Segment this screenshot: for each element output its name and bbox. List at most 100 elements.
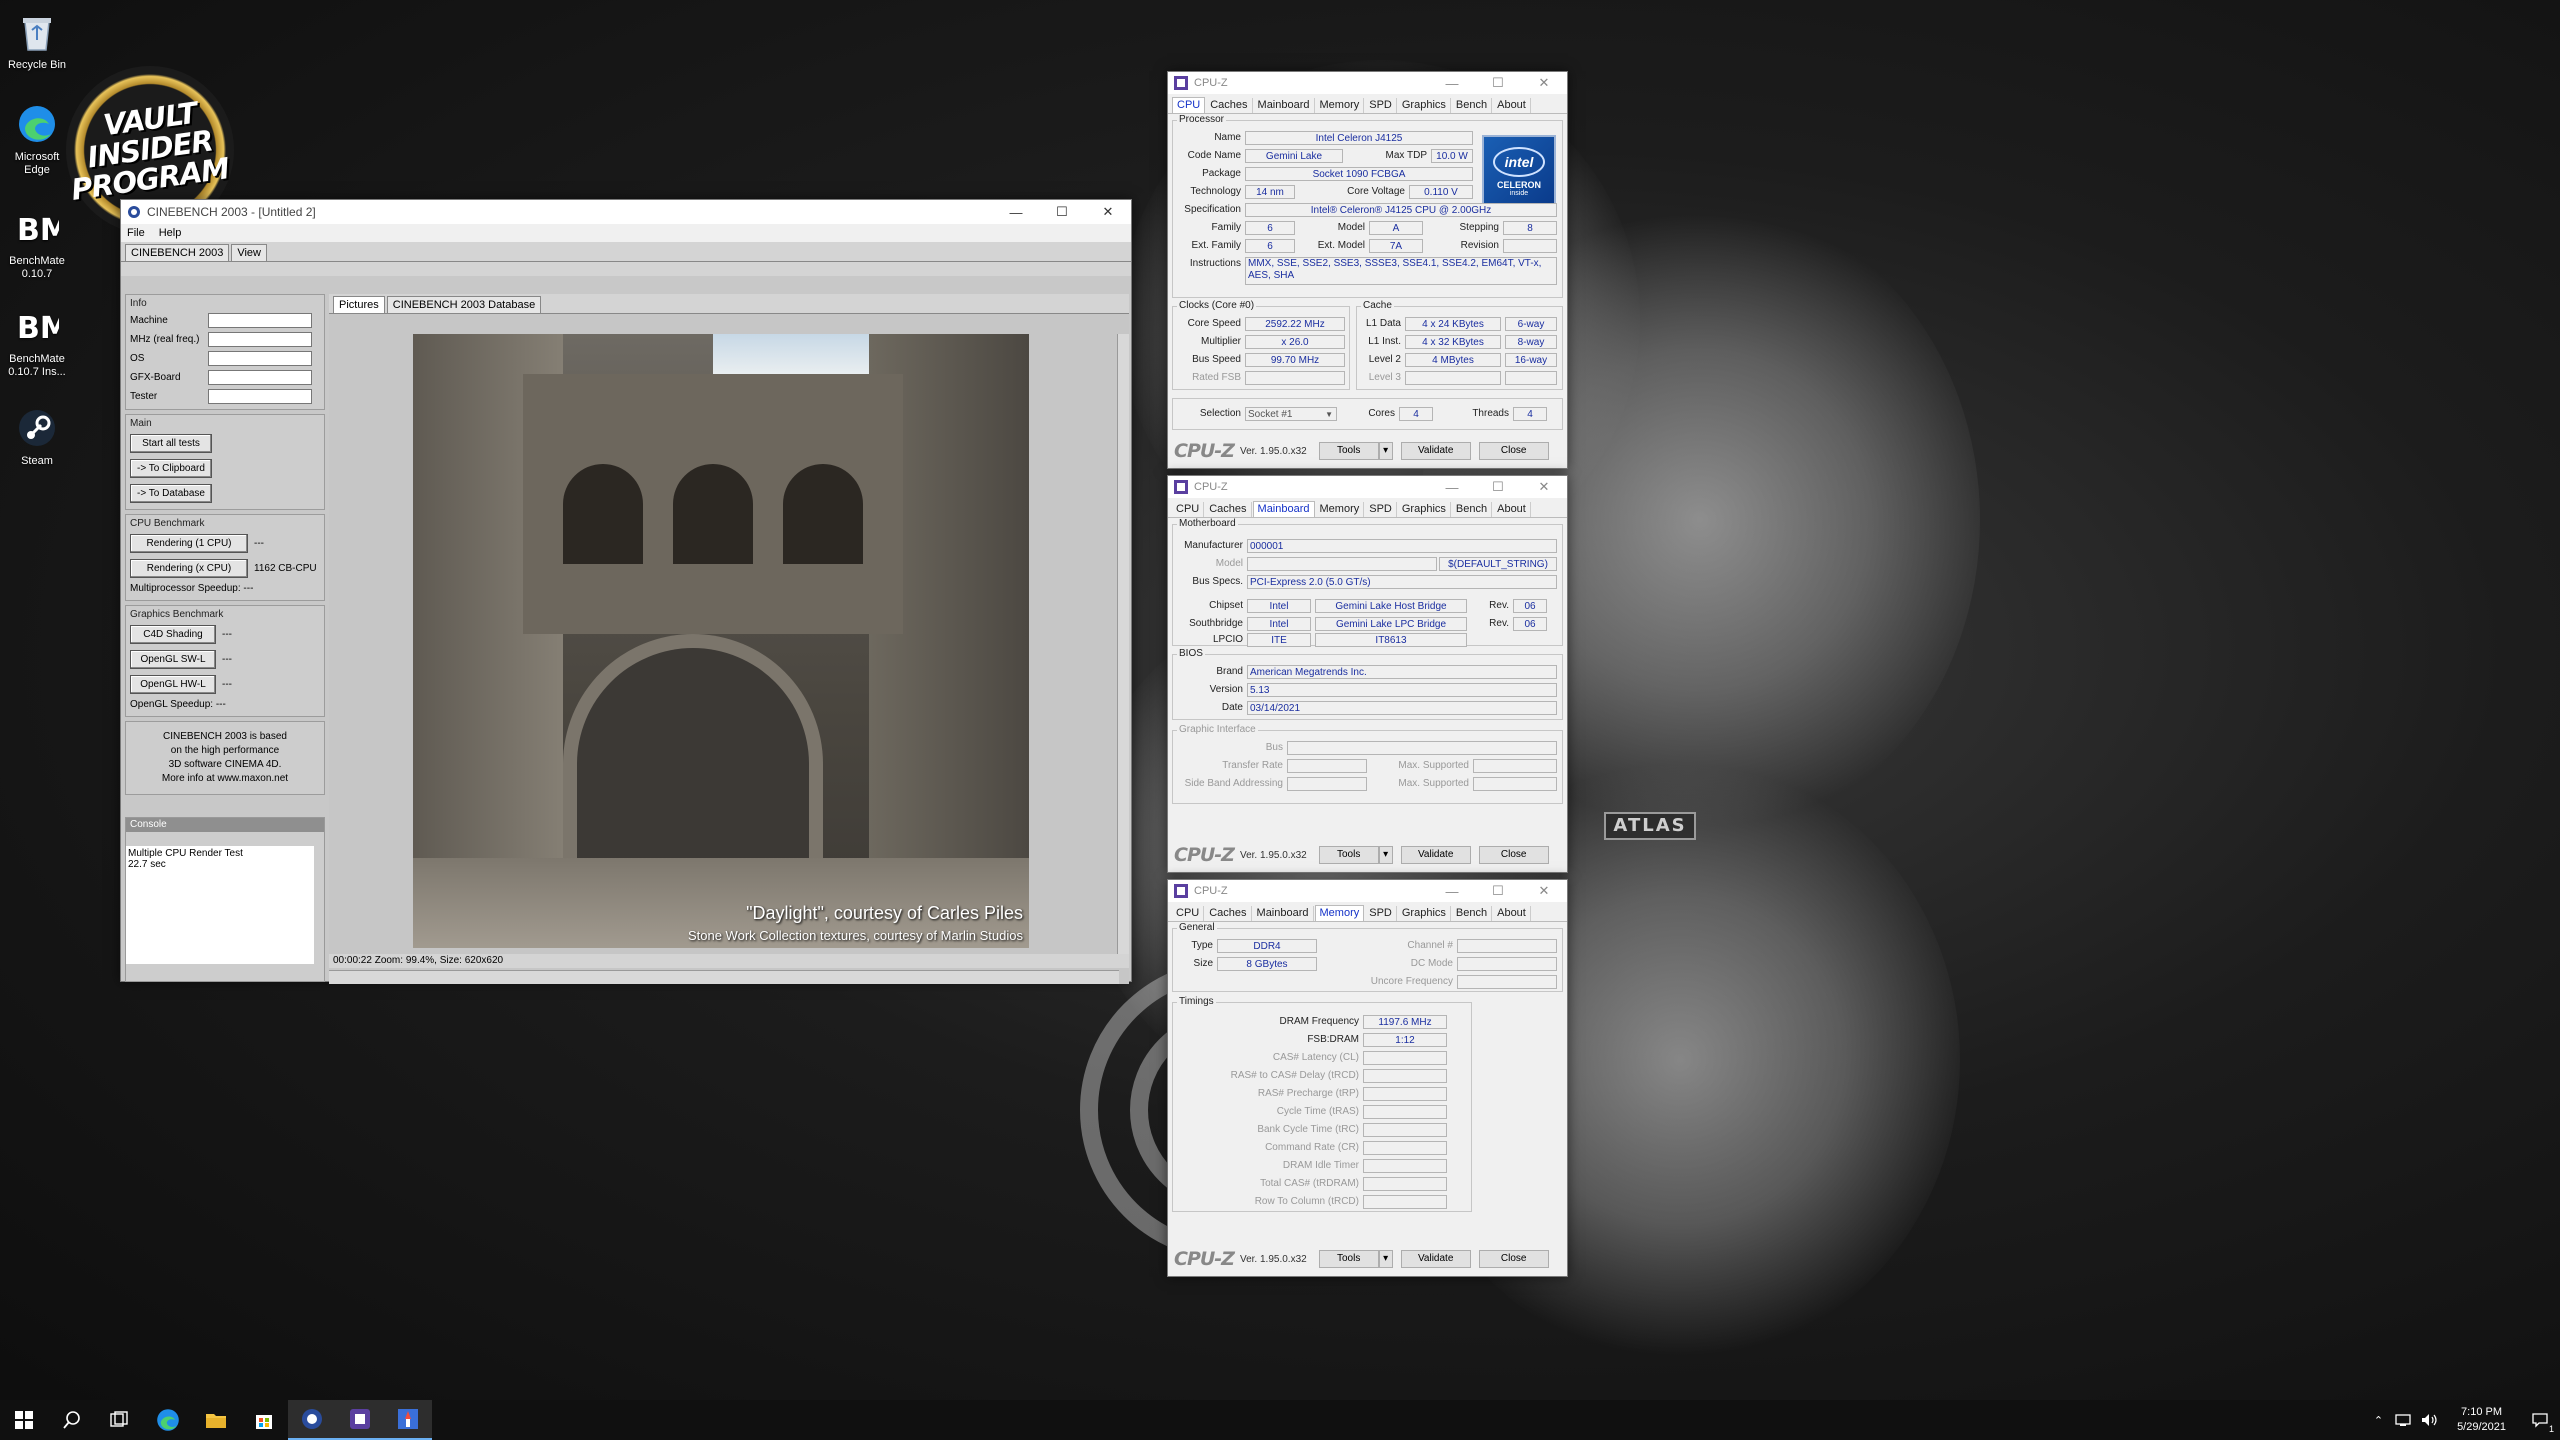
- validate-button[interactable]: Validate: [1400, 442, 1471, 460]
- tab-graphics[interactable]: Graphics: [1398, 906, 1451, 921]
- ratedfsb-value: [1245, 371, 1345, 385]
- tab-mainboard[interactable]: Mainboard: [1253, 906, 1314, 921]
- tab-spd[interactable]: SPD: [1365, 906, 1397, 921]
- tab-graphics[interactable]: Graphics: [1398, 502, 1451, 517]
- vertical-scrollbar[interactable]: [1117, 334, 1129, 960]
- tools-button[interactable]: Tools: [1318, 846, 1379, 864]
- horizontal-scrollbar[interactable]: [329, 970, 1119, 984]
- rendering-xcpu-button[interactable]: Rendering (x CPU): [130, 559, 248, 578]
- maximize-button[interactable]: ☐: [1475, 72, 1521, 94]
- validate-button[interactable]: Validate: [1400, 846, 1471, 864]
- tab-cpu[interactable]: CPU: [1172, 502, 1205, 517]
- maximize-button[interactable]: ☐: [1475, 476, 1521, 498]
- task-view-button[interactable]: [96, 1400, 144, 1440]
- opengl-hw-value: ---: [222, 679, 232, 690]
- tab-cinebench[interactable]: CINEBENCH 2003: [125, 244, 230, 261]
- minimize-button[interactable]: —: [993, 200, 1039, 224]
- desktop-icon-benchmate-installer[interactable]: BM BenchMate 0.10.7 Ins...: [4, 302, 70, 379]
- cpuz-titlebar[interactable]: CPU-Z — ☐ ✕: [1168, 880, 1567, 902]
- mhz-field[interactable]: [208, 332, 312, 347]
- close-button[interactable]: ✕: [1521, 72, 1567, 94]
- opengl-sw-button[interactable]: OpenGL SW-L: [130, 650, 216, 669]
- opengl-hw-button[interactable]: OpenGL HW-L: [130, 675, 216, 694]
- taskbar-file-explorer[interactable]: [192, 1400, 240, 1440]
- tester-field[interactable]: [208, 389, 312, 404]
- tab-memory[interactable]: Memory: [1314, 905, 1365, 921]
- tools-dropdown-button[interactable]: ▾: [1378, 1250, 1393, 1268]
- tab-about[interactable]: About: [1493, 906, 1531, 921]
- tab-caches[interactable]: Caches: [1206, 98, 1253, 113]
- tools-button[interactable]: Tools: [1318, 442, 1379, 460]
- tab-mainboard[interactable]: Mainboard: [1254, 98, 1315, 113]
- tab-pictures[interactable]: Pictures: [333, 296, 385, 313]
- southbridge-rev-value: 06: [1513, 617, 1547, 631]
- speaker-icon[interactable]: [2421, 1413, 2437, 1427]
- cpuz-titlebar[interactable]: CPU-Z — ☐ ✕: [1168, 72, 1567, 94]
- cpuz-titlebar[interactable]: CPU-Z — ☐ ✕: [1168, 476, 1567, 498]
- desktop-icon-steam[interactable]: Steam: [4, 404, 70, 468]
- validate-button[interactable]: Validate: [1400, 1250, 1471, 1268]
- network-icon[interactable]: [2395, 1413, 2411, 1427]
- technology-value: 14 nm: [1245, 185, 1295, 199]
- to-clipboard-button[interactable]: -> To Clipboard: [130, 459, 212, 478]
- c4d-shading-button[interactable]: C4D Shading: [130, 625, 216, 644]
- tab-caches[interactable]: Caches: [1205, 502, 1252, 517]
- tools-dropdown-button[interactable]: ▾: [1378, 442, 1393, 460]
- taskbar-edge[interactable]: [144, 1400, 192, 1440]
- close-button[interactable]: Close: [1478, 846, 1549, 864]
- search-button[interactable]: [48, 1400, 96, 1440]
- taskbar-cinebench[interactable]: [288, 1400, 336, 1440]
- close-button[interactable]: ✕: [1085, 200, 1131, 224]
- maximize-button[interactable]: ☐: [1475, 880, 1521, 902]
- tab-mainboard[interactable]: Mainboard: [1252, 501, 1315, 517]
- tab-memory[interactable]: Memory: [1316, 98, 1365, 113]
- clock[interactable]: 7:10 PM 5/29/2021: [2457, 1405, 2506, 1435]
- tab-database[interactable]: CINEBENCH 2003 Database: [386, 296, 542, 313]
- minimize-button[interactable]: —: [1429, 880, 1475, 902]
- start-all-tests-button[interactable]: Start all tests: [130, 434, 212, 453]
- cinebench-titlebar[interactable]: CINEBENCH 2003 - [Untitled 2] — ☐ ✕: [121, 200, 1131, 224]
- notification-button[interactable]: 1: [2520, 1400, 2560, 1440]
- tab-spd[interactable]: SPD: [1365, 98, 1397, 113]
- tab-cpu[interactable]: CPU: [1172, 906, 1205, 921]
- close-button[interactable]: Close: [1478, 442, 1549, 460]
- tab-about[interactable]: About: [1493, 502, 1531, 517]
- selection-dropdown[interactable]: Socket #1 ▼: [1245, 407, 1337, 421]
- tab-view[interactable]: View: [231, 244, 267, 261]
- desktop-icon-recycle-bin[interactable]: Recycle Bin: [4, 8, 70, 72]
- tab-graphics[interactable]: Graphics: [1398, 98, 1451, 113]
- taskbar-benchmate[interactable]: [384, 1400, 432, 1440]
- desktop-icon-edge[interactable]: Microsoft Edge: [4, 100, 70, 177]
- tab-bench[interactable]: Bench: [1452, 906, 1493, 921]
- console-output[interactable]: Multiple CPU Render Test 22.7 sec: [126, 846, 314, 964]
- tab-caches[interactable]: Caches: [1205, 906, 1252, 921]
- maximize-button[interactable]: ☐: [1039, 200, 1085, 224]
- os-field[interactable]: [208, 351, 312, 366]
- close-button[interactable]: Close: [1478, 1250, 1549, 1268]
- desktop-icon-benchmate[interactable]: BM BenchMate 0.10.7: [4, 204, 70, 281]
- tools-dropdown-button[interactable]: ▾: [1378, 846, 1393, 864]
- menu-help[interactable]: Help: [159, 227, 182, 239]
- machine-field[interactable]: [208, 313, 312, 328]
- tab-bench[interactable]: Bench: [1452, 502, 1493, 517]
- chevron-up-icon[interactable]: ⌃: [2374, 1414, 2383, 1427]
- tab-bench[interactable]: Bench: [1452, 98, 1493, 113]
- close-button[interactable]: ✕: [1521, 476, 1567, 498]
- close-button[interactable]: ✕: [1521, 880, 1567, 902]
- dcmode-value: [1457, 957, 1557, 971]
- window-title: CPU-Z: [1194, 77, 1228, 89]
- to-database-button[interactable]: -> To Database: [130, 484, 212, 503]
- tab-spd[interactable]: SPD: [1365, 502, 1397, 517]
- minimize-button[interactable]: —: [1429, 72, 1475, 94]
- tab-about[interactable]: About: [1493, 98, 1531, 113]
- tab-memory[interactable]: Memory: [1316, 502, 1365, 517]
- rendering-1cpu-button[interactable]: Rendering (1 CPU): [130, 534, 248, 553]
- minimize-button[interactable]: —: [1429, 476, 1475, 498]
- tools-button[interactable]: Tools: [1318, 1250, 1379, 1268]
- tab-cpu[interactable]: CPU: [1172, 97, 1206, 113]
- start-button[interactable]: [0, 1400, 48, 1440]
- taskbar-store[interactable]: [240, 1400, 288, 1440]
- gfx-board-field[interactable]: [208, 370, 312, 385]
- menu-file[interactable]: File: [127, 227, 145, 239]
- taskbar-cpuz[interactable]: [336, 1400, 384, 1440]
